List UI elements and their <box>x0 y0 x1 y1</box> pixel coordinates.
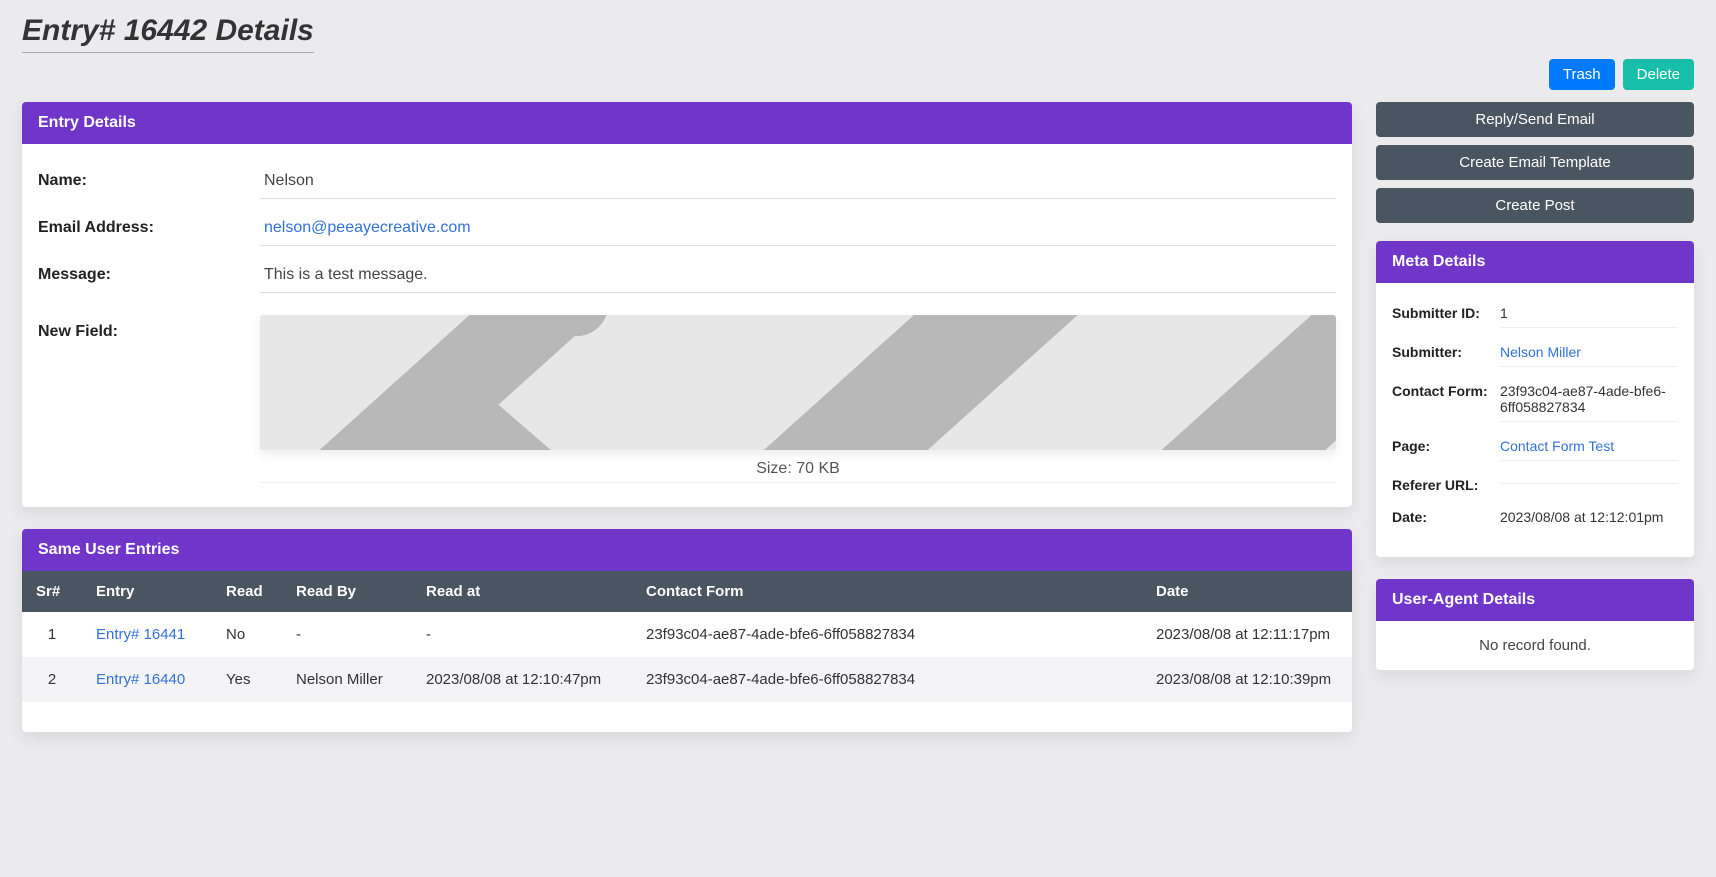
email-label: Email Address: <box>38 211 260 237</box>
email-value-link[interactable]: nelson@peeayecreative.com <box>264 219 471 236</box>
col-readat: Read at <box>412 571 632 612</box>
meta-contactform-label: Contact Form: <box>1392 383 1500 399</box>
meta-referer-label: Referer URL: <box>1392 477 1500 493</box>
meta-submitter-link[interactable]: Nelson Miller <box>1500 344 1581 360</box>
same-user-entries-card: Same User Entries Sr# Entry Read Read By… <box>22 529 1352 732</box>
entry-link[interactable]: Entry# 16440 <box>96 671 185 688</box>
table-row: 2 Entry# 16440 Yes Nelson Miller 2023/08… <box>22 657 1352 702</box>
create-email-template-button[interactable]: Create Email Template <box>1376 145 1694 180</box>
create-post-button[interactable]: Create Post <box>1376 188 1694 223</box>
attachment-thumbnail[interactable] <box>260 315 1336 450</box>
user-agent-header: User-Agent Details <box>1376 579 1694 621</box>
meta-contactform-value: 23f93c04-ae87-4ade-bfe6-6ff058827834 <box>1500 383 1678 422</box>
delete-button[interactable]: Delete <box>1623 59 1694 90</box>
message-value: This is a test message. <box>260 258 1336 293</box>
meta-date-value: 2023/08/08 at 12:12:01pm <box>1500 509 1678 531</box>
col-entry: Entry <box>82 571 212 612</box>
cell-readby: Nelson Miller <box>282 657 412 702</box>
col-sr: Sr# <box>22 571 82 612</box>
trash-button[interactable]: Trash <box>1549 59 1615 90</box>
newfield-label: New Field: <box>38 315 260 341</box>
cell-date: 2023/08/08 at 12:11:17pm <box>1142 612 1352 657</box>
meta-submitter-label: Submitter: <box>1392 344 1500 360</box>
meta-details-header: Meta Details <box>1376 241 1694 283</box>
meta-submitter-id-label: Submitter ID: <box>1392 305 1500 321</box>
cell-read: Yes <box>212 657 282 702</box>
col-read: Read <box>212 571 282 612</box>
cell-sr: 2 <box>22 657 82 702</box>
meta-date-label: Date: <box>1392 509 1500 525</box>
cell-readat: 2023/08/08 at 12:10:47pm <box>412 657 632 702</box>
name-value: Nelson <box>260 164 1336 199</box>
user-agent-empty: No record found. <box>1376 621 1694 670</box>
attachment-size: Size: 70 KB <box>260 450 1336 483</box>
col-readby: Read By <box>282 571 412 612</box>
meta-page-label: Page: <box>1392 438 1500 454</box>
top-actions: Trash Delete <box>22 59 1694 90</box>
message-label: Message: <box>38 258 260 284</box>
cell-contactform: 23f93c04-ae87-4ade-bfe6-6ff058827834 <box>632 657 1142 702</box>
col-date: Date <box>1142 571 1352 612</box>
cell-read: No <box>212 612 282 657</box>
same-user-entries-table: Sr# Entry Read Read By Read at Contact F… <box>22 571 1352 702</box>
cell-sr: 1 <box>22 612 82 657</box>
page-title: Entry# 16442 Details <box>22 8 314 53</box>
meta-submitter-id-value: 1 <box>1500 305 1678 328</box>
user-agent-card: User-Agent Details No record found. <box>1376 579 1694 670</box>
col-contactform: Contact Form <box>632 571 1142 612</box>
meta-details-card: Meta Details Submitter ID: 1 Submitter: … <box>1376 241 1694 557</box>
meta-page-link[interactable]: Contact Form Test <box>1500 438 1614 454</box>
table-row: 1 Entry# 16441 No - - 23f93c04-ae87-4ade… <box>22 612 1352 657</box>
reply-send-email-button[interactable]: Reply/Send Email <box>1376 102 1694 137</box>
same-user-entries-header: Same User Entries <box>22 529 1352 571</box>
entry-details-card: Entry Details Name: Nelson Email Address… <box>22 102 1352 507</box>
entry-details-header: Entry Details <box>22 102 1352 144</box>
cell-date: 2023/08/08 at 12:10:39pm <box>1142 657 1352 702</box>
cell-contactform: 23f93c04-ae87-4ade-bfe6-6ff058827834 <box>632 612 1142 657</box>
meta-referer-value <box>1500 477 1678 484</box>
entry-link[interactable]: Entry# 16441 <box>96 626 185 643</box>
cell-readat: - <box>412 612 632 657</box>
name-label: Name: <box>38 164 260 190</box>
cell-readby: - <box>282 612 412 657</box>
